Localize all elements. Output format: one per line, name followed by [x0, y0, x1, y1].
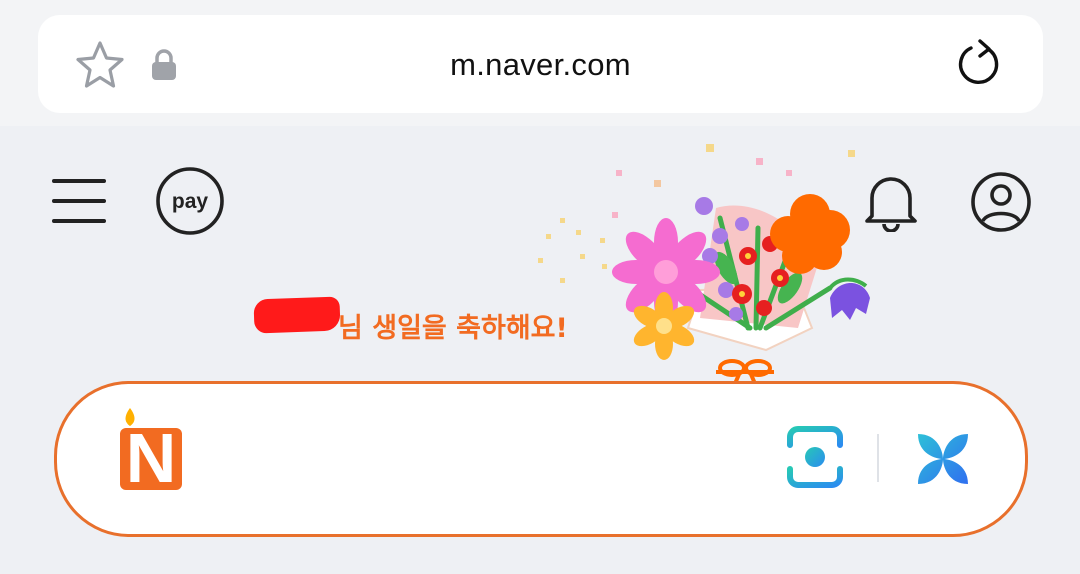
redacted-username: [253, 296, 341, 334]
pay-button[interactable]: pay: [155, 166, 225, 236]
naver-logo-text: N: [126, 419, 177, 494]
browser-toolbar: m.naver.com: [0, 0, 1080, 126]
reload-icon[interactable]: [954, 37, 1008, 91]
ai-search-icon[interactable]: [912, 428, 974, 490]
hamburger-menu-icon[interactable]: [52, 178, 106, 224]
search-divider: [877, 434, 879, 482]
user-profile-icon[interactable]: [970, 171, 1032, 233]
flower-bouquet-illustration: [538, 144, 870, 387]
search-box[interactable]: [54, 381, 1028, 537]
lens-camera-icon[interactable]: [782, 425, 848, 489]
pay-label: pay: [172, 190, 209, 213]
address-bar[interactable]: m.naver.com: [38, 15, 1043, 113]
naver-logo-icon: N: [120, 408, 182, 494]
url-text[interactable]: m.naver.com: [38, 47, 1043, 83]
